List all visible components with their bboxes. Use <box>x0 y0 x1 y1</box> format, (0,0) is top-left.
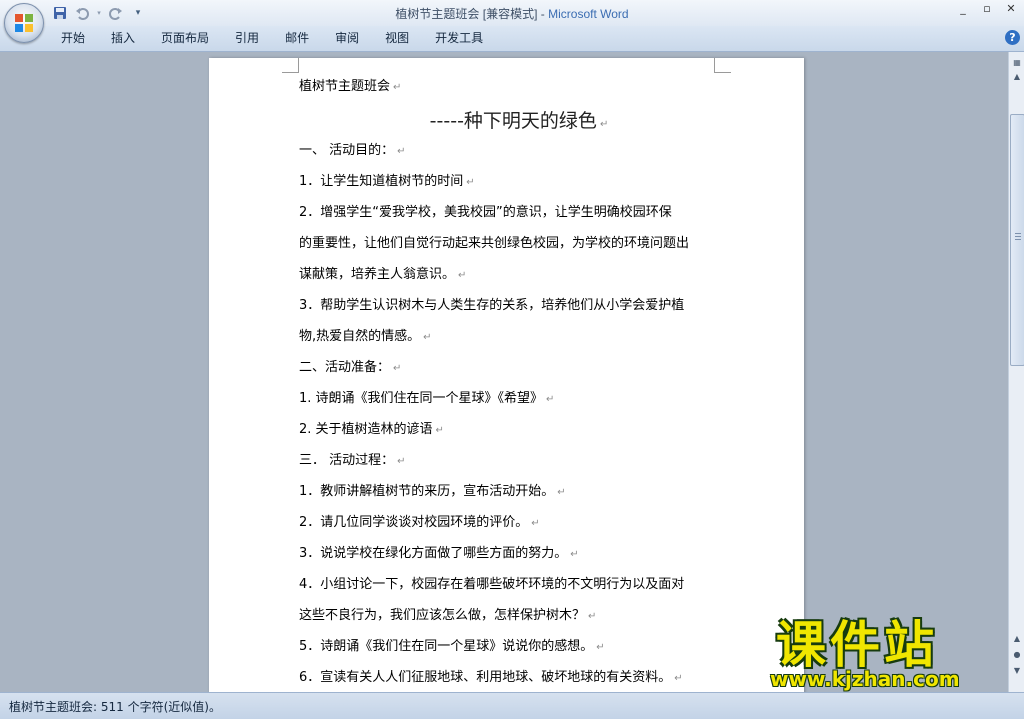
doc-paragraph: 三． 活动过程： ↵ <box>299 451 719 482</box>
paragraph-mark: ↵ <box>423 332 432 343</box>
office-button[interactable] <box>4 3 44 43</box>
paragraph-mark: ↵ <box>570 549 579 560</box>
paragraph-mark: ↵ <box>674 673 683 684</box>
word-count-status[interactable]: 植树节主题班会: 511 个字符(近似值)。 <box>9 698 221 715</box>
paragraph-text: 1. 诗朗诵《我们住在同一个星球》《希望》 <box>299 391 544 406</box>
paragraph-text: 6．宣读有关人人们征服地球、利用地球、破坏地球的有关资料。 <box>299 670 672 685</box>
doc-paragraph: 1. 诗朗诵《我们住在同一个星球》《希望》 ↵ <box>299 389 719 420</box>
document-area: 植树节主题班会 ↵ -----种下明天的绿色 ↵ 一、 活动目的： ↵ 1．让学生知道… <box>0 52 1008 692</box>
scroll-thumb[interactable] <box>1010 114 1024 366</box>
doc-paragraph: 这些不良行为，我们应该怎么做，怎样保护树木？ ↵ <box>299 606 719 637</box>
paragraph-text: 1．教师讲解植树节的来历，宣布活动开始。 <box>299 484 555 499</box>
doc-paragraph: 的重要性，让他们自觉行动起来共创绿色校园，为学校的环境问题出 <box>299 234 719 265</box>
doc-paragraph: 2．增强学生“爱我学校，美我校园”的意识，让学生明确校园环保 <box>299 203 719 234</box>
tab-insert[interactable]: 插入 <box>98 26 148 51</box>
paragraph-text: 二、活动准备： <box>299 360 391 375</box>
tab-view[interactable]: 视图 <box>372 26 422 51</box>
doc-paragraph: 物,热爱自然的情感。 ↵ <box>299 327 719 358</box>
paragraph-text: 物,热爱自然的情感。 <box>299 329 421 344</box>
window-controls: _ ▫ ✕ <box>956 2 1018 15</box>
crop-mark-top-right <box>714 58 731 73</box>
paragraph-text: 2. 关于植树造林的谚语 <box>299 422 433 437</box>
title-separator: - <box>537 7 549 21</box>
paragraph-mark: ↵ <box>393 363 402 374</box>
window-title: 植树节主题班会 [兼容模式] - Microsoft Word <box>0 5 1024 22</box>
paragraph-text: 3．说说学校在绿化方面做了哪些方面的努力。 <box>299 546 568 561</box>
ribbon-tabs: 开始 插入 页面布局 引用 邮件 审阅 视图 开发工具 <box>48 26 496 51</box>
paragraph-text: -----种下明天的绿色 <box>429 110 597 132</box>
vertical-scrollbar[interactable]: ▦ ▲ ▲ ● ▼ <box>1008 52 1024 692</box>
paragraph-text: 3．帮助学生认识树木与人类生存的关系，培养他们从小学会爱护植 <box>299 298 685 313</box>
doc-title: 植树节主题班会 ↵ <box>299 77 719 108</box>
app-name: Microsoft Word <box>548 7 629 21</box>
crop-mark-top-left <box>282 58 299 73</box>
doc-paragraph: 谋献策，培养主人翁意识。 ↵ <box>299 265 719 296</box>
paragraph-text: 5．诗朗诵《我们住在同一个星球》说说你的感想。 <box>299 639 594 654</box>
office-logo-icon <box>15 14 33 32</box>
document-page[interactable]: 植树节主题班会 ↵ -----种下明天的绿色 ↵ 一、 活动目的： ↵ 1．让学生知道… <box>209 58 804 692</box>
paragraph-text: 这些不良行为，我们应该怎么做，怎样保护树木？ <box>299 608 586 623</box>
paragraph-mark: ↵ <box>599 119 609 130</box>
scroll-up-icon[interactable]: ▲ <box>1010 70 1024 84</box>
tab-review[interactable]: 审阅 <box>322 26 372 51</box>
paragraph-mark: ↵ <box>435 425 444 436</box>
paragraph-mark: ↵ <box>531 518 540 529</box>
paragraph-mark: ↵ <box>466 177 475 188</box>
tab-mailings[interactable]: 邮件 <box>272 26 322 51</box>
doc-subtitle: -----种下明天的绿色 ↵ <box>299 108 719 141</box>
doc-paragraph: 2．请几位同学谈谈对校园环境的评价。 ↵ <box>299 513 719 544</box>
paragraph-text: 1．让学生知道植树节的时间 <box>299 174 464 189</box>
tab-references[interactable]: 引用 <box>222 26 272 51</box>
paragraph-mark: ↵ <box>397 146 406 157</box>
paragraph-mark: ↵ <box>393 82 402 93</box>
ruler-toggle-icon[interactable]: ▦ <box>1010 56 1024 70</box>
doc-paragraph: 5．诗朗诵《我们住在同一个星球》说说你的感想。 ↵ <box>299 637 719 668</box>
doc-paragraph: 3．说说学校在绿化方面做了哪些方面的努力。 ↵ <box>299 544 719 575</box>
thumb-grip <box>1015 233 1021 234</box>
paragraph-text: 2．请几位同学谈谈对校园环境的评价。 <box>299 515 529 530</box>
select-browse-object-icon[interactable]: ● <box>1010 648 1024 662</box>
restore-button[interactable]: ▫ <box>980 2 994 15</box>
doc-paragraph: 1．教师讲解植树节的来历，宣布活动开始。 ↵ <box>299 482 719 513</box>
title-bar: ▾ ▾ 植树节主题班会 [兼容模式] - Microsoft Word _ ▫ … <box>0 0 1024 26</box>
paragraph-text: 植树节主题班会 <box>299 79 391 94</box>
paragraph-mark: ↵ <box>458 270 467 281</box>
tab-page-layout[interactable]: 页面布局 <box>148 26 222 51</box>
document-title: 植树节主题班会 [兼容模式] <box>395 7 538 21</box>
doc-paragraph: 1．让学生知道植树节的时间 ↵ <box>299 172 719 203</box>
thumb-grip <box>1015 236 1021 237</box>
doc-paragraph: 一、 活动目的： ↵ <box>299 141 719 172</box>
document-body[interactable]: 植树节主题班会 ↵ -----种下明天的绿色 ↵ 一、 活动目的： ↵ 1．让学生知道… <box>299 77 719 692</box>
close-button[interactable]: ✕ <box>1004 2 1018 15</box>
paragraph-text: 谋献策，培养主人翁意识。 <box>299 267 456 282</box>
doc-paragraph: 4．小组讨论一下，校园存在着哪些破坏环境的不文明行为以及面对 <box>299 575 719 606</box>
tab-developer[interactable]: 开发工具 <box>422 26 496 51</box>
doc-paragraph: 3．帮助学生认识树木与人类生存的关系，培养他们从小学会爱护植 <box>299 296 719 327</box>
paragraph-mark: ↵ <box>588 611 597 622</box>
paragraph-text: 2．增强学生“爱我学校，美我校园”的意识，让学生明确校园环保 <box>299 205 672 220</box>
paragraph-text: 一、 活动目的： <box>299 143 395 158</box>
paragraph-mark: ↵ <box>546 394 555 405</box>
paragraph-text: 的重要性，让他们自觉行动起来共创绿色校园，为学校的环境问题出 <box>299 236 690 251</box>
doc-paragraph: 6．宣读有关人人们征服地球、利用地球、破坏地球的有关资料。 ↵ <box>299 668 719 692</box>
status-bar: 植树节主题班会: 511 个字符(近似值)。 <box>0 692 1024 719</box>
paragraph-text: 三． 活动过程： <box>299 453 395 468</box>
paragraph-mark: ↵ <box>397 456 406 467</box>
previous-page-icon[interactable]: ▲ <box>1010 632 1024 646</box>
paragraph-mark: ↵ <box>596 642 605 653</box>
doc-paragraph: 二、活动准备： ↵ <box>299 358 719 389</box>
thumb-grip <box>1015 239 1021 240</box>
minimize-button[interactable]: _ <box>956 2 970 15</box>
ribbon-tab-bar: 开始 插入 页面布局 引用 邮件 审阅 视图 开发工具 ? <box>0 26 1024 52</box>
next-page-icon[interactable]: ▼ <box>1010 664 1024 678</box>
paragraph-text: 4．小组讨论一下，校园存在着哪些破坏环境的不文明行为以及面对 <box>299 577 685 592</box>
help-icon[interactable]: ? <box>1005 30 1020 45</box>
tab-home[interactable]: 开始 <box>48 26 98 51</box>
doc-paragraph: 2. 关于植树造林的谚语 ↵ <box>299 420 719 451</box>
paragraph-mark: ↵ <box>557 487 566 498</box>
